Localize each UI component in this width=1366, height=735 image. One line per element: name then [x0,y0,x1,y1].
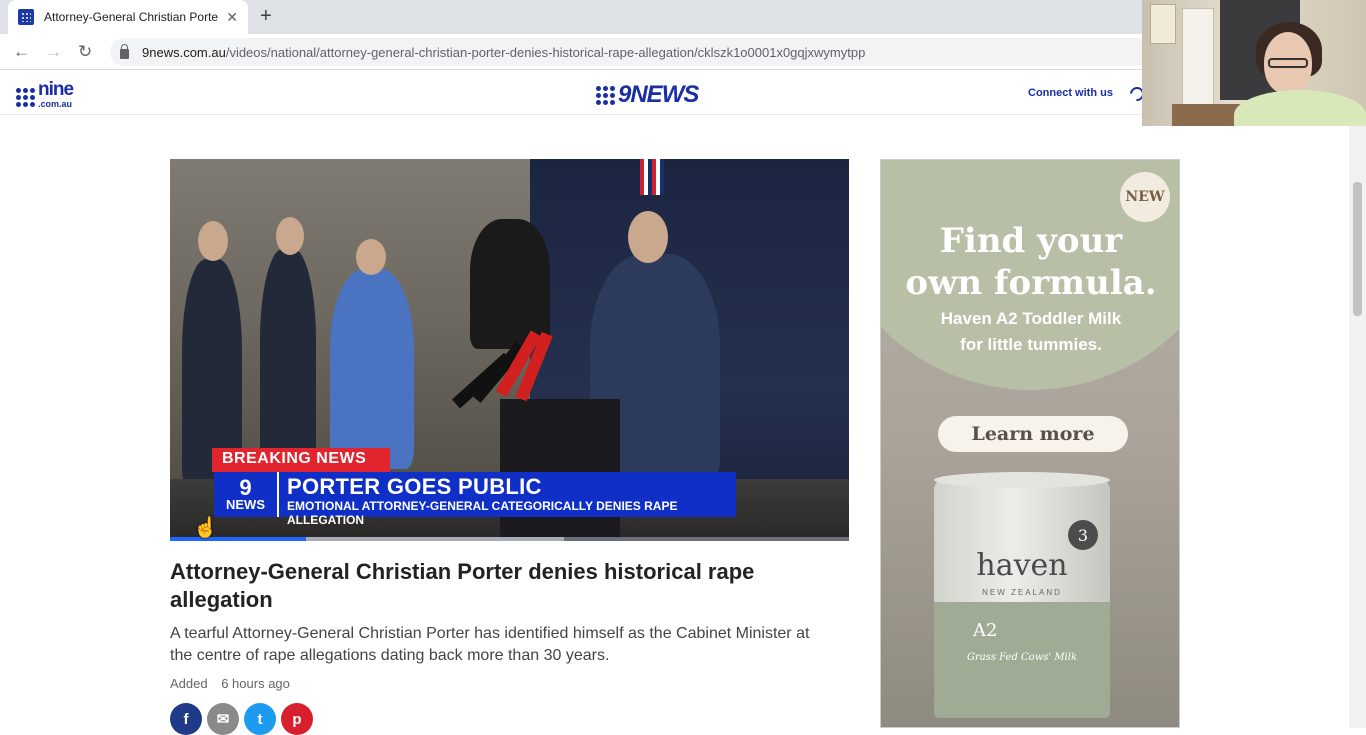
flag-image [640,159,664,195]
new-tab-button[interactable]: + [260,6,272,26]
back-arrow-icon[interactable]: ← [13,42,30,62]
hand-cursor-icon: ☝ [193,517,218,539]
added-timestamp: Added 6 hours ago [170,676,300,691]
breaking-news-banner: BREAKING NEWS [212,448,390,472]
article-description: A tearful Attorney-General Christian Por… [170,625,810,664]
9news-lower-third-logo: 9 NEWS [214,472,279,517]
forward-arrow-icon[interactable]: → [45,42,62,62]
twitter-share-icon[interactable]: t [244,703,276,735]
9news-logo-text: 9NEWS [618,81,699,108]
news-dots-icon [596,85,615,105]
progress-fill [170,537,306,541]
reload-icon[interactable]: ↻ [78,42,92,62]
url-text[interactable]: 9news.com.au/videos/national/attorney-ge… [142,45,865,60]
video-progress-bar[interactable] [170,537,849,541]
added-label: Added [170,676,208,691]
page-scrollbar[interactable] [1349,126,1366,728]
lower-third-headline: PORTER GOES PUBLIC [286,474,542,499]
close-tab-icon[interactable]: ✕ [226,9,238,25]
nine-logo-sub: .com.au [38,99,73,109]
address-bar[interactable]: 9news.com.au/videos/national/attorney-ge… [110,38,1150,66]
share-buttons: f ✉ t p [170,703,313,735]
article-title: Attorney-General Christian Porter denies… [170,559,755,612]
email-share-icon[interactable]: ✉ [207,703,239,735]
9news-favicon-icon [18,9,34,25]
lower-third: 9 NEWS PORTER GOES PUBLIC EMOTIONAL ATTO… [214,472,736,527]
lower-third-subline: EMOTIONAL ATTORNEY-GENERAL CATEGORICALLY… [286,499,678,527]
facebook-share-icon[interactable]: f [170,703,202,735]
tin-number: 3 [1068,520,1098,550]
webcam-overlay [1142,0,1366,126]
ad-subheadline: Haven A2 Toddler Milk for little tummies… [940,309,1122,354]
new-badge: NEW [1120,172,1170,222]
video-player[interactable]: BREAKING NEWS 9 NEWS PORTER GOES PUBLIC … [170,159,849,541]
nine-com-au-logo[interactable]: nine .com.au [16,80,74,111]
added-time: 6 hours ago [221,676,290,691]
scrollbar-thumb[interactable] [1353,182,1362,316]
ad-headline: Find your own formula. [905,221,1157,303]
tin-a2-label: A2 [973,620,998,641]
tin-grass-label: Grass Fed Cows' Milk [966,652,1078,663]
progress-buffer [305,537,564,541]
9news-logo[interactable]: 9NEWS [596,81,699,109]
tab-title: Attorney-General Christian Porter denies… [44,10,218,24]
learn-more-button[interactable]: Learn more [938,416,1128,452]
nine-dots-icon [16,87,35,107]
haven-brand: haven [976,548,1068,583]
haven-brand-sub: NEW ZEALAND [982,588,1062,597]
lock-icon[interactable] [120,43,129,59]
browser-tab[interactable]: Attorney-General Christian Porter denies… [8,0,248,34]
haven-advertisement[interactable]: NEW Find your own formula. Haven A2 Todd… [880,159,1180,728]
pinterest-share-icon[interactable]: p [281,703,313,735]
connect-with-us-link[interactable]: Connect with us [1028,87,1113,99]
